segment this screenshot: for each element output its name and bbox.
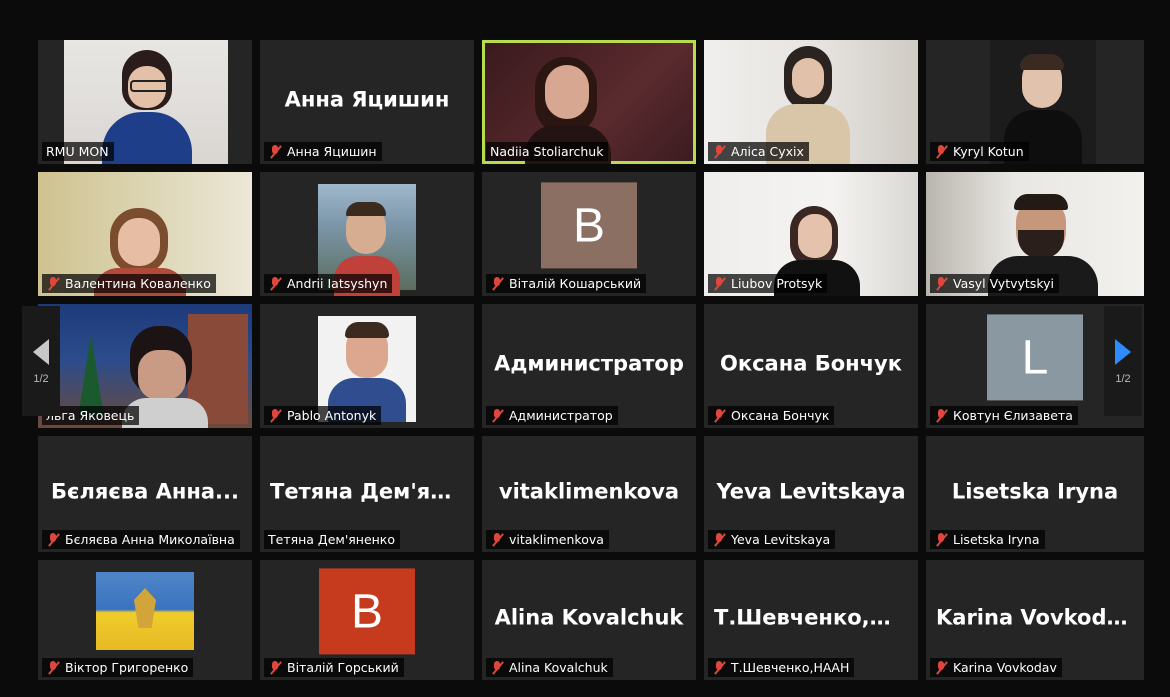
participant-name-label: Администратор (486, 406, 618, 425)
participant-display-name: Alina Kovalchuk (494, 605, 684, 630)
participant-name-label: RMU MON (42, 142, 114, 161)
mic-muted-icon (712, 660, 726, 675)
gallery-view: RMU MON Анна Яцишин Анна Яцишин Nadiia S… (0, 0, 1170, 697)
participant-name-label: Kyryl Kotun (930, 142, 1029, 161)
participant-name-label: vitaklimenkova (486, 530, 609, 549)
participant-tile[interactable]: RMU MON (38, 40, 252, 164)
mic-muted-icon (46, 532, 60, 547)
page-indicator: 1/2 (33, 373, 49, 385)
participant-name-label: Pablo Antonyk (264, 406, 382, 425)
mic-muted-icon (268, 408, 282, 423)
participant-tile[interactable]: Vasyl Vytvytskyi (926, 172, 1144, 296)
participant-tile[interactable]: Оксана Бончук Оксана Бончук (704, 304, 918, 428)
mic-muted-icon (268, 660, 282, 675)
participant-name-label: Оксана Бончук (708, 406, 835, 425)
participant-tile[interactable]: Т.Шевченко,Н... Т.Шевченко,НААН (704, 560, 918, 680)
participant-name-label: Andrii Iatsyshyn (264, 274, 393, 293)
participant-tile[interactable]: льга Яковець (38, 304, 252, 428)
participant-display-name: Анна Яцишин (284, 87, 450, 112)
participant-tile[interactable]: Alina Kovalchuk Alina Kovalchuk (482, 560, 696, 680)
participant-tile[interactable]: vitaklimenkova vitaklimenkova (482, 436, 696, 552)
mic-muted-icon (934, 276, 948, 291)
participant-tile[interactable]: Yeva Levitskaya Yeva Levitskaya (704, 436, 918, 552)
mic-muted-icon (46, 660, 60, 675)
prev-page-button[interactable]: 1/2 (22, 306, 60, 416)
participant-tile-active-speaker[interactable]: Nadiia Stoliarchuk (482, 40, 696, 164)
participant-display-name: Администратор (494, 351, 684, 376)
avatar: B (541, 182, 637, 269)
profile-photo (96, 572, 194, 650)
participant-name-label: Karina Vovkodav (930, 658, 1062, 677)
participant-name-label: Ковтун Єлизавета (930, 406, 1078, 425)
mic-muted-icon (934, 408, 948, 423)
participant-tile[interactable]: Администратор Администратор (482, 304, 696, 428)
participant-name-label: Yeva Levitskaya (708, 530, 836, 549)
mic-muted-icon (712, 144, 726, 159)
participant-tile[interactable]: Kyryl Kotun (926, 40, 1144, 164)
mic-muted-icon (934, 144, 948, 159)
mic-muted-icon (934, 660, 948, 675)
participant-tile[interactable]: Валентина Коваленко (38, 172, 252, 296)
participant-display-name: vitaklimenkova (498, 479, 680, 504)
participant-name-label: Віктор Григоренко (42, 658, 194, 677)
page-indicator: 1/2 (1115, 373, 1131, 385)
avatar: B (319, 568, 415, 655)
participant-tile[interactable]: B Віталій Кошарський (482, 172, 696, 296)
participant-tile[interactable]: Анна Яцишин Анна Яцишин (260, 40, 474, 164)
participant-name-label: Lisetska Iryna (930, 530, 1045, 549)
participant-display-name: Тетяна Дем'ян... (270, 479, 469, 504)
mic-muted-icon (712, 408, 726, 423)
participant-tile[interactable]: Liubov Protsyk (704, 172, 918, 296)
mic-muted-icon (712, 276, 726, 291)
participant-tile[interactable]: Andrii Iatsyshyn (260, 172, 474, 296)
participant-tile[interactable]: Тетяна Дем'ян... Тетяна Дем'яненко (260, 436, 474, 552)
participant-tile[interactable]: Аліса Сухіх (704, 40, 918, 164)
mic-muted-icon (490, 532, 504, 547)
chevron-left-icon (33, 339, 49, 365)
mic-muted-icon (490, 276, 504, 291)
participant-name-label: Тетяна Дем'яненко (264, 530, 401, 549)
participant-display-name: Т.Шевченко,Н... (714, 605, 912, 630)
participant-name-label: Vasyl Vytvytskyi (930, 274, 1059, 293)
participant-name-label: Аліса Сухіх (708, 142, 809, 161)
participant-name-label: Віталій Кошарський (486, 274, 647, 293)
mic-muted-icon (490, 408, 504, 423)
participant-display-name: Lisetska Iryna (951, 479, 1119, 504)
participant-tile[interactable]: Бєляєва Анна... Бєляєва Анна Миколаївна (38, 436, 252, 552)
mic-muted-icon (268, 144, 282, 159)
mic-muted-icon (934, 532, 948, 547)
participant-name-label: Анна Яцишин (264, 142, 382, 161)
participant-name-label: Liubov Protsyk (708, 274, 828, 293)
next-page-button[interactable]: 1/2 (1104, 306, 1142, 416)
participant-display-name: Бєляєва Анна... (51, 479, 239, 504)
participant-name-label: Бєляєва Анна Миколаївна (42, 530, 240, 549)
participant-tile[interactable]: Lisetska Iryna Lisetska Iryna (926, 436, 1144, 552)
mic-muted-icon (490, 660, 504, 675)
participant-name-label: Валентина Коваленко (42, 274, 216, 293)
participant-name-label: Nadiia Stoliarchuk (486, 142, 609, 161)
mic-muted-icon (46, 276, 60, 291)
participant-tile[interactable]: Віктор Григоренко (38, 560, 252, 680)
mic-muted-icon (268, 276, 282, 291)
participant-tile[interactable]: B Віталій Горський (260, 560, 474, 680)
participant-name-label: Віталій Горський (264, 658, 404, 677)
participant-tile[interactable]: Karina Vovkodav Karina Vovkodav (926, 560, 1144, 680)
participant-name-label: Alina Kovalchuk (486, 658, 613, 677)
chevron-right-icon (1115, 339, 1131, 365)
participant-grid: RMU MON Анна Яцишин Анна Яцишин Nadiia S… (38, 40, 1144, 680)
participant-display-name: Karina Vovkodav (936, 605, 1135, 630)
participant-display-name: Yeva Levitskaya (716, 479, 906, 504)
avatar: L (987, 314, 1083, 401)
participant-tile[interactable]: Pablo Antonyk (260, 304, 474, 428)
participant-name-label: Т.Шевченко,НААН (708, 658, 855, 677)
participant-display-name: Оксана Бончук (719, 351, 903, 376)
mic-muted-icon (712, 532, 726, 547)
